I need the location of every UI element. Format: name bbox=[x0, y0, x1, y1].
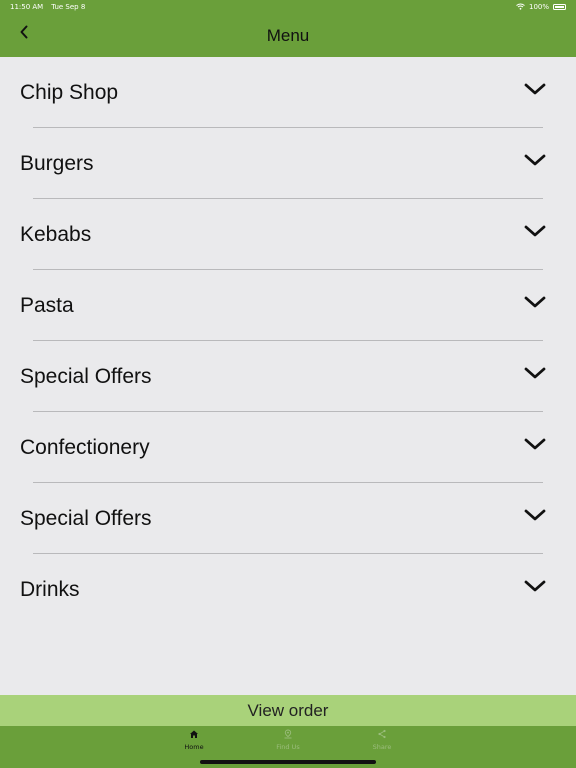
chevron-left-icon bbox=[19, 25, 29, 44]
menu-category-label: Special Offers bbox=[20, 364, 152, 388]
chevron-down-icon bbox=[524, 296, 546, 308]
status-bar: 11:50 AM Tue Sep 8 100% bbox=[0, 0, 576, 14]
chevron-down-icon bbox=[524, 367, 546, 379]
location-pin-icon bbox=[284, 729, 292, 739]
home-indicator bbox=[200, 760, 376, 764]
battery-percent: 100% bbox=[528, 3, 549, 11]
menu-category-special-offers-2[interactable]: Special Offers bbox=[0, 483, 576, 554]
battery-icon bbox=[553, 4, 566, 10]
tab-label: Home bbox=[184, 743, 204, 751]
tab-label: Share bbox=[372, 743, 392, 751]
menu-category-burgers[interactable]: Burgers bbox=[0, 128, 576, 199]
menu-category-label: Pasta bbox=[20, 293, 74, 317]
menu-category-label: Burgers bbox=[20, 151, 94, 175]
tab-home[interactable]: Home bbox=[164, 729, 224, 751]
menu-category-label: Kebabs bbox=[20, 222, 92, 246]
menu-category-chip-shop[interactable]: Chip Shop bbox=[0, 57, 576, 128]
nav-bar: Menu bbox=[0, 14, 576, 57]
chevron-down-icon bbox=[524, 83, 546, 95]
menu-category-drinks[interactable]: Drinks bbox=[0, 554, 576, 625]
back-button[interactable] bbox=[12, 22, 36, 46]
menu-category-label: Confectionery bbox=[20, 435, 150, 459]
wifi-icon bbox=[516, 3, 525, 12]
menu-category-pasta[interactable]: Pasta bbox=[0, 270, 576, 341]
share-icon bbox=[378, 729, 386, 739]
page-title: Menu bbox=[266, 25, 310, 45]
menu-category-kebabs[interactable]: Kebabs bbox=[0, 199, 576, 270]
chevron-down-icon bbox=[524, 225, 546, 237]
menu-category-label: Chip Shop bbox=[20, 80, 119, 104]
home-icon bbox=[190, 730, 198, 738]
menu-category-label: Drinks bbox=[20, 577, 80, 601]
tab-label: Find Us bbox=[276, 743, 300, 751]
chevron-down-icon bbox=[524, 438, 546, 450]
view-order-label: View order bbox=[247, 700, 329, 720]
status-date: Tue Sep 8 bbox=[51, 3, 86, 11]
menu-category-confectionery[interactable]: Confectionery bbox=[0, 412, 576, 483]
chevron-down-icon bbox=[524, 509, 546, 521]
view-order-button[interactable]: View order bbox=[0, 695, 576, 726]
status-time: 11:50 AM bbox=[10, 3, 44, 11]
tab-share[interactable]: Share bbox=[352, 729, 412, 751]
chevron-down-icon bbox=[524, 154, 546, 166]
tab-find-us[interactable]: Find Us bbox=[258, 729, 318, 751]
menu-category-label: Special Offers bbox=[20, 506, 152, 530]
chevron-down-icon bbox=[524, 580, 546, 592]
menu-category-special-offers[interactable]: Special Offers bbox=[0, 341, 576, 412]
menu-category-list: Chip Shop Burgers Kebabs Pasta Special O… bbox=[0, 57, 576, 625]
